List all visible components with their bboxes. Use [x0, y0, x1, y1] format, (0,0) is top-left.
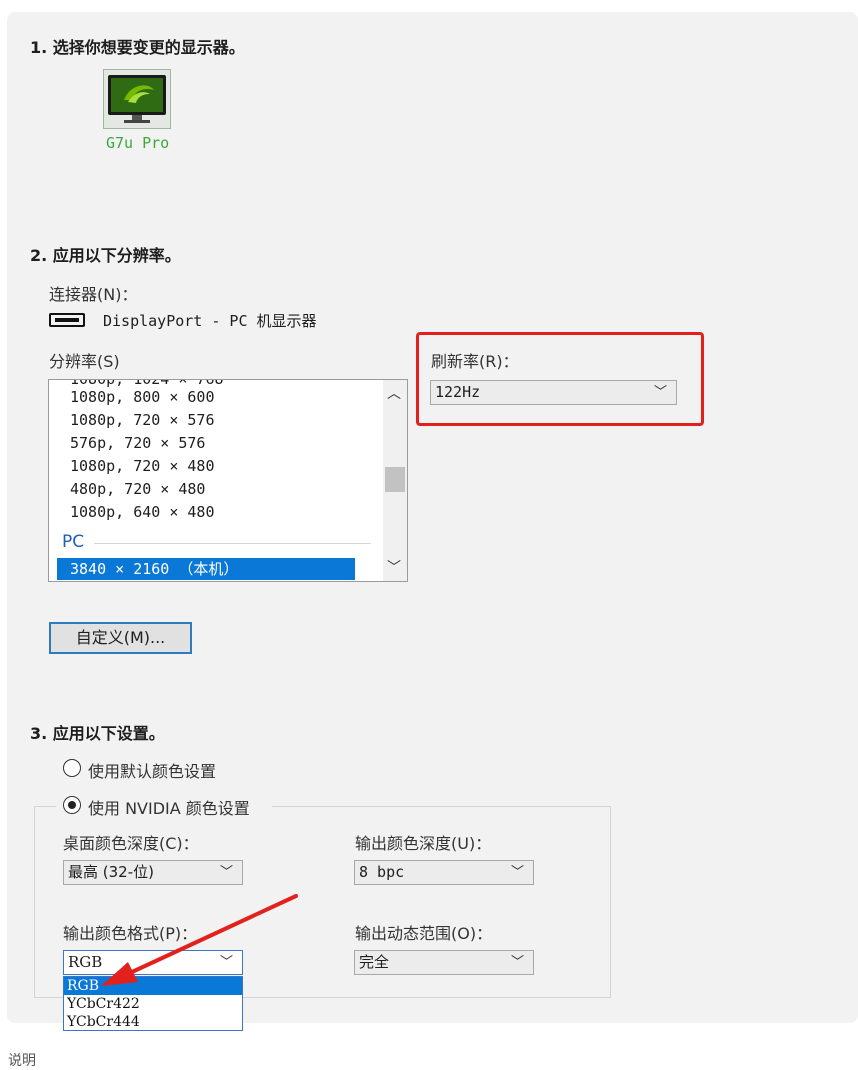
monitor-tile[interactable] [103, 69, 171, 129]
resolution-label: 分辨率(S) [49, 352, 120, 371]
chevron-down-icon: ﹀ [219, 955, 233, 970]
radio-default-color[interactable] [63, 759, 81, 777]
connector-label: 连接器(N)： [49, 285, 138, 304]
scroll-thumb[interactable] [385, 467, 405, 492]
monitor-name[interactable]: G7u Pro [106, 134, 169, 152]
dynamic-range-label: 输出动态范围(O)： [355, 924, 493, 943]
list-item[interactable]: 1080p, 640 × 480 [70, 503, 215, 521]
output-depth-value: 8 bpc [359, 863, 405, 881]
list-item[interactable]: 480p, 720 × 480 [70, 480, 205, 498]
output-depth-select[interactable]: 8 bpc ﹀ [354, 860, 534, 885]
chevron-down-icon: ﹀ [510, 865, 524, 880]
chevron-down-icon: ﹀ [219, 865, 233, 880]
radio-nvidia-color[interactable] [63, 796, 81, 814]
list-group-divider [94, 543, 371, 544]
dynamic-range-select[interactable]: 完全 ﹀ [354, 950, 534, 975]
chevron-down-icon[interactable]: ﹀ [387, 560, 401, 576]
output-format-dropdown[interactable]: RGB YCbCr422 YCbCr444 [63, 976, 243, 1031]
radio-default-label: 使用默认颜色设置 [88, 762, 217, 781]
desktop-depth-value: 最高 (32-位) [68, 863, 154, 881]
displayport-icon [49, 313, 85, 327]
step2-title: 2. 应用以下分辨率。 [30, 246, 181, 265]
footer-text: 说明 [8, 1053, 36, 1069]
list-item-partial: 1080p, 1024 × 768 [70, 379, 224, 388]
dropdown-option-ycbcr422[interactable]: YCbCr422 [64, 995, 242, 1013]
output-format-select[interactable]: RGB ﹀ [63, 950, 243, 975]
chevron-down-icon: ﹀ [510, 955, 524, 970]
step3-title: 3. 应用以下设置。 [30, 724, 165, 743]
custom-resolution-button[interactable]: 自定义(M)... [49, 622, 192, 654]
output-format-value: RGB [68, 953, 103, 971]
list-item[interactable]: 1080p, 800 × 600 [70, 388, 215, 406]
output-format-label: 输出颜色格式(P)： [63, 924, 198, 943]
radio-nvidia-label: 使用 NVIDIA 颜色设置 [88, 799, 250, 818]
desktop-depth-label: 桌面颜色深度(C)： [63, 834, 199, 853]
list-group-pc: PC [62, 532, 85, 552]
dynamic-range-value: 完全 [359, 953, 390, 971]
step1-title: 1. 选择你想要变更的显示器。 [30, 38, 245, 57]
list-item[interactable]: 576p, 720 × 576 [70, 434, 205, 452]
output-depth-label: 输出颜色深度(U)： [355, 834, 492, 853]
monitor-icon [108, 75, 166, 123]
list-item[interactable]: 1080p, 720 × 480 [70, 457, 215, 475]
desktop-depth-select[interactable]: 最高 (32-位) ﹀ [63, 860, 243, 885]
list-item-selected[interactable]: 3840 × 2160 （本机） [57, 558, 355, 580]
connector-value: DisplayPort - PC 机显示器 [103, 312, 317, 330]
highlight-annotation [416, 332, 704, 426]
list-item[interactable]: 1080p, 720 × 576 [70, 411, 215, 429]
list-scrollbar[interactable]: ︿ ﹀ [383, 380, 407, 581]
dropdown-option-rgb[interactable]: RGB [64, 977, 242, 995]
resolution-listbox[interactable]: 1080p, 1024 × 768 1080p, 800 × 600 1080p… [48, 379, 408, 582]
dropdown-option-ycbcr444[interactable]: YCbCr444 [64, 1013, 242, 1031]
chevron-up-icon[interactable]: ︿ [387, 386, 401, 402]
